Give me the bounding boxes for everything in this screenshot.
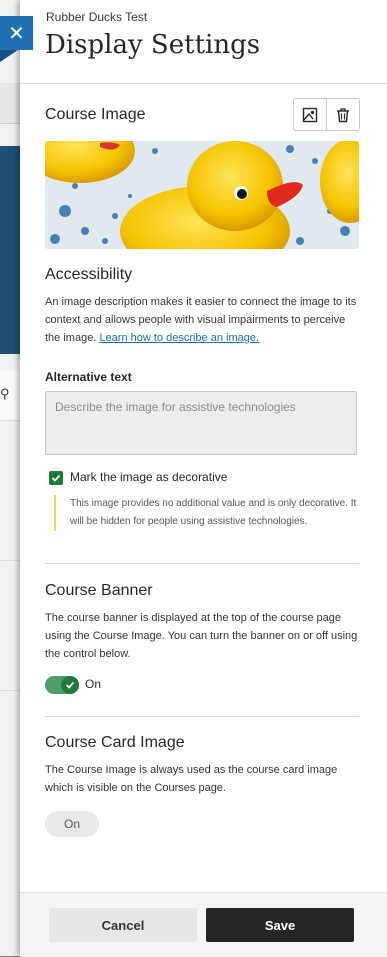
rubber-ducks-image bbox=[45, 141, 359, 249]
toggle-knob bbox=[61, 676, 79, 694]
decorative-checkbox[interactable] bbox=[49, 471, 63, 485]
alt-text-field[interactable]: Describe the image for assistive technol… bbox=[45, 391, 357, 455]
alt-text-label: Alternative text bbox=[45, 370, 132, 384]
delete-image-button[interactable] bbox=[326, 99, 359, 130]
course-banner-heading: Course Banner bbox=[45, 582, 153, 599]
image-edit-icon bbox=[302, 107, 318, 122]
change-image-button[interactable] bbox=[294, 99, 326, 130]
close-icon: ✕ bbox=[8, 22, 25, 45]
divider bbox=[45, 716, 359, 717]
course-card-heading: Course Card Image bbox=[45, 734, 185, 751]
panel-header: Rubber Ducks Test Display Settings bbox=[20, 0, 387, 84]
panel-footer: Cancel Save bbox=[20, 892, 387, 957]
checkmark-icon bbox=[65, 681, 75, 689]
course-card-status-pill: On bbox=[45, 811, 99, 837]
background-block bbox=[0, 500, 20, 561]
cancel-button[interactable]: Cancel bbox=[49, 908, 197, 942]
course-image-heading: Course Image bbox=[45, 106, 146, 123]
course-card-description: The Course Image is always used as the c… bbox=[45, 764, 338, 794]
trash-icon bbox=[337, 107, 349, 122]
course-image-actions bbox=[293, 98, 360, 131]
accessibility-description: An image description makes it easier to … bbox=[45, 293, 359, 347]
search-icon: ⚲ bbox=[0, 386, 10, 401]
divider bbox=[45, 563, 359, 564]
close-button-tail bbox=[0, 50, 18, 62]
background-block bbox=[0, 630, 20, 691]
describe-image-link[interactable]: Learn how to describe an image. bbox=[99, 332, 259, 344]
decorative-note: This image provides no additional value … bbox=[54, 495, 362, 531]
page-title: Display Settings bbox=[45, 30, 261, 60]
course-banner-description: The course banner is displayed at the to… bbox=[45, 612, 358, 660]
background-page bbox=[0, 0, 20, 956]
background-block bbox=[0, 83, 20, 124]
close-button[interactable]: ✕ bbox=[0, 16, 33, 50]
course-image-preview bbox=[45, 141, 359, 249]
alt-text-placeholder: Describe the image for assistive technol… bbox=[55, 400, 296, 414]
display-settings-panel: Rubber Ducks Test Display Settings Cours… bbox=[20, 0, 387, 957]
accessibility-heading: Accessibility bbox=[45, 266, 133, 283]
background-banner bbox=[0, 146, 20, 354]
breadcrumb[interactable]: Rubber Ducks Test bbox=[46, 10, 147, 24]
banner-toggle[interactable] bbox=[45, 676, 79, 694]
checkmark-icon bbox=[51, 474, 61, 482]
decorative-label: Mark the image as decorative bbox=[70, 470, 228, 484]
banner-toggle-label: On bbox=[85, 677, 102, 691]
save-button[interactable]: Save bbox=[206, 908, 354, 942]
